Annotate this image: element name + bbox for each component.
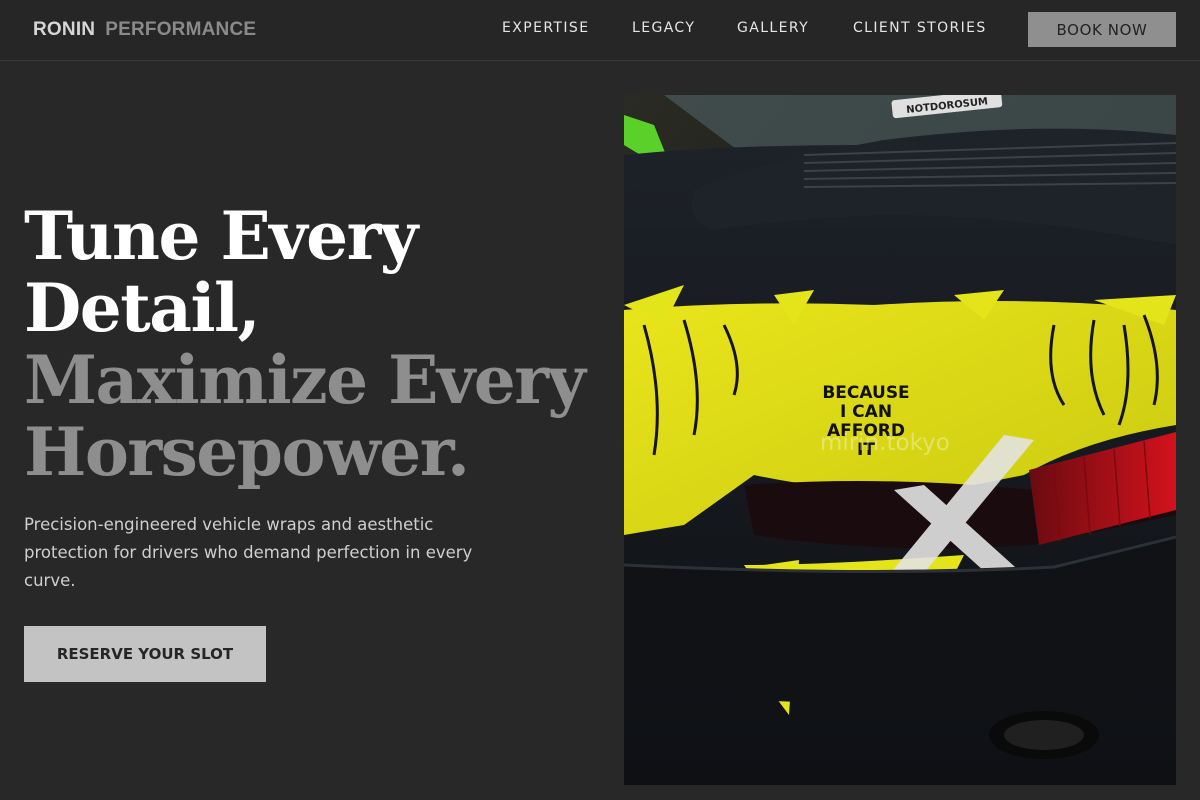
hero-car-image: NOTDOROSUM BECAUSE I CAN AFFORD IT mirin… bbox=[624, 95, 1176, 785]
nav-link-expertise[interactable]: EXPERTISE bbox=[502, 20, 589, 36]
sticker-line-2: I CAN bbox=[840, 402, 892, 422]
nav-link-client-stories[interactable]: CLIENT STORIES bbox=[853, 20, 987, 36]
hero-headline: Tune Every Detail, Maximize Every Horsep… bbox=[24, 200, 604, 488]
nav-link-legacy[interactable]: LEGACY bbox=[632, 20, 695, 36]
hero-subtitle: Precision-engineered vehicle wraps and a… bbox=[24, 515, 473, 590]
book-now-button[interactable]: BOOK NOW bbox=[1028, 12, 1176, 47]
brand-name-primary: RONIN bbox=[33, 19, 96, 40]
headline-line-4: Horsepower. bbox=[24, 413, 470, 491]
headline-line-3: Maximize Every bbox=[24, 341, 586, 419]
site-header: RONIN PERFORMANCE EXPERTISE LEGACY GALLER… bbox=[0, 0, 1200, 61]
sticker-line-1: BECAUSE bbox=[822, 383, 909, 403]
watermark-text: mirin.tokyo bbox=[820, 430, 950, 456]
brand-name-secondary: PERFORMANCE bbox=[105, 19, 257, 40]
car-illustration: NOTDOROSUM BECAUSE I CAN AFFORD IT mirin… bbox=[624, 95, 1176, 785]
brand-logo[interactable]: RONIN PERFORMANCE bbox=[33, 19, 256, 41]
headline-line-2: Detail, bbox=[24, 269, 261, 347]
nav-link-gallery[interactable]: GALLERY bbox=[737, 20, 809, 36]
reserve-slot-button[interactable]: RESERVE YOUR SLOT bbox=[24, 626, 266, 682]
headline-line-1: Tune Every bbox=[24, 197, 418, 275]
